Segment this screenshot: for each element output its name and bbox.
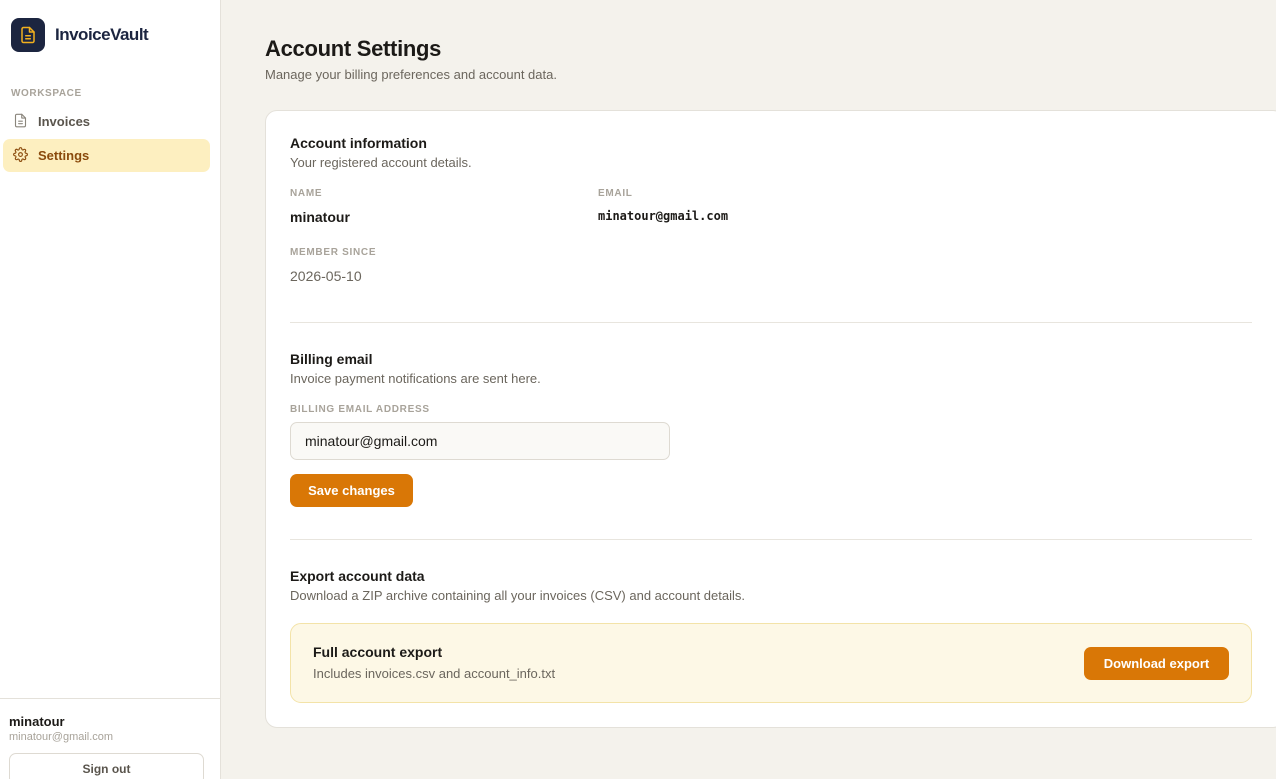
download-export-button[interactable]: Download export: [1084, 647, 1229, 680]
document-icon: [13, 113, 28, 131]
member-since-value: 2026-05-10: [290, 268, 362, 284]
sidebar-footer: minatour minatour@gmail.com Sign out: [0, 698, 220, 779]
brand[interactable]: InvoiceVault: [11, 18, 149, 52]
sidebar-item-invoices[interactable]: Invoices: [3, 105, 210, 138]
sign-out-button[interactable]: Sign out: [9, 753, 204, 779]
app-name: InvoiceVault: [55, 25, 149, 44]
member-since-label: MEMBER SINCE: [290, 247, 377, 258]
page-subtitle: Manage your billing preferences and acco…: [265, 67, 557, 82]
name-value: minatour: [290, 209, 350, 225]
export-box: Full account export Includes invoices.cs…: [290, 623, 1252, 703]
gear-icon: [13, 146, 28, 165]
save-changes-button[interactable]: Save changes: [290, 474, 413, 507]
billing-email-input[interactable]: [290, 422, 670, 460]
user-email: minatour@gmail.com: [9, 731, 114, 743]
sidebar-item-label: Invoices: [38, 114, 91, 129]
export-box-title: Full account export: [313, 644, 443, 660]
page-title: Account Settings: [265, 36, 442, 61]
settings-card: Account information Your registered acco…: [265, 110, 1276, 728]
billing-email-description: Invoice payment notifications are sent h…: [290, 371, 541, 386]
document-icon: [11, 18, 45, 52]
export-box-description: Includes invoices.csv and account_info.t…: [313, 666, 556, 681]
user-name: minatour: [9, 714, 65, 729]
email-label: EMAIL: [598, 188, 633, 199]
sidebar-item-settings[interactable]: Settings: [3, 139, 210, 172]
export-title: Export account data: [290, 568, 425, 584]
sidebar-item-label: Settings: [38, 148, 90, 163]
account-info-title: Account information: [290, 135, 427, 151]
account-info-description: Your registered account details.: [290, 155, 472, 170]
section-divider: [290, 539, 1252, 540]
export-description: Download a ZIP archive containing all yo…: [290, 588, 745, 603]
billing-email-label: BILLING EMAIL ADDRESS: [290, 404, 430, 415]
sidebar: InvoiceVault WORKSPACE Invoices Settings…: [0, 0, 221, 779]
section-divider: [290, 322, 1252, 323]
email-value: minatour@gmail.com: [598, 209, 729, 223]
billing-email-title: Billing email: [290, 351, 373, 367]
name-label: NAME: [290, 188, 323, 199]
section-label-workspace: WORKSPACE: [11, 88, 82, 99]
